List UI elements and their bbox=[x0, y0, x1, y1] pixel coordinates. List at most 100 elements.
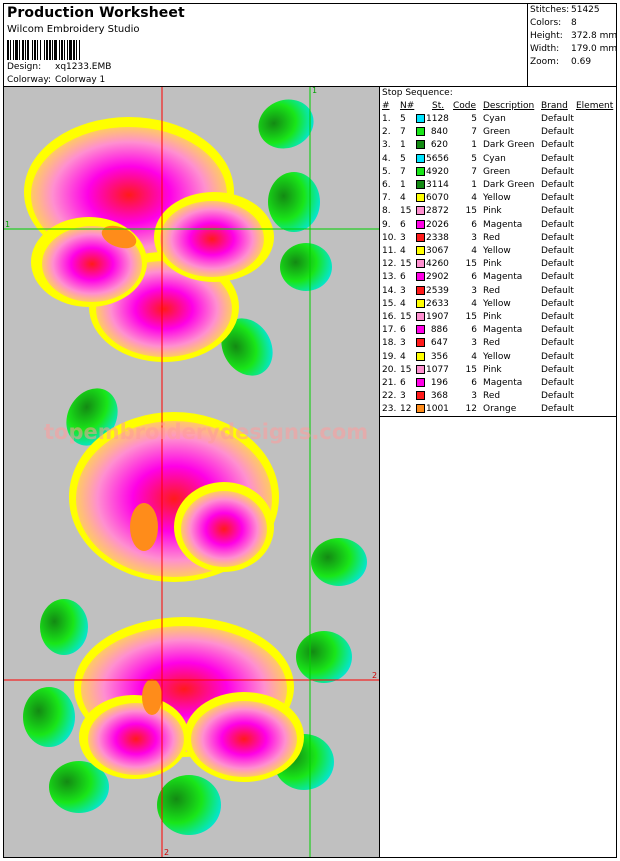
row-stitches: 3114 bbox=[426, 180, 449, 190]
row-brand: Default bbox=[541, 259, 574, 270]
row-stitches: 2539 bbox=[426, 285, 449, 296]
row-description: Yellow bbox=[483, 246, 511, 256]
row-stitches: 1907 bbox=[426, 312, 449, 322]
table-row: 2. 7 840 7 Green Default bbox=[380, 127, 617, 140]
table-row: 3. 1 620 1 Dark Green Default bbox=[380, 140, 617, 153]
col-header-element: Element bbox=[576, 101, 614, 111]
row-code: 15 bbox=[465, 364, 477, 375]
stat-colors: Colors: 8 bbox=[530, 18, 577, 28]
row-brand: Default bbox=[541, 312, 574, 322]
color-swatch bbox=[416, 246, 425, 255]
color-swatch bbox=[416, 298, 425, 308]
row-needle: 12 bbox=[400, 404, 412, 415]
row-needle: 3 bbox=[400, 232, 406, 243]
row-index: 6. bbox=[382, 180, 391, 190]
table-row: 7. 4 6070 4 Yellow Default bbox=[380, 193, 617, 206]
row-code: 6 bbox=[471, 378, 477, 388]
row-brand: Default bbox=[541, 364, 574, 375]
row-description: Pink bbox=[483, 312, 502, 322]
row-index: 23. bbox=[382, 404, 397, 415]
page-title: Production Worksheet bbox=[7, 5, 185, 21]
guide-label-right: 2 bbox=[372, 671, 377, 680]
row-index: 7. bbox=[382, 193, 391, 204]
row-stitches: 6070 bbox=[426, 193, 449, 204]
color-swatch bbox=[416, 206, 425, 216]
row-needle: 5 bbox=[400, 153, 406, 164]
row-stitches: 4260 bbox=[426, 259, 449, 270]
row-brand: Default bbox=[541, 166, 574, 177]
table-row: 1. 5 1128 5 Cyan Default bbox=[380, 114, 617, 127]
row-stitches: 356 bbox=[430, 351, 448, 362]
row-brand: Default bbox=[541, 180, 574, 190]
row-index: 15. bbox=[382, 298, 397, 309]
color-swatch bbox=[416, 285, 425, 295]
guide-label-bottom: 2 bbox=[164, 848, 169, 857]
leaf bbox=[296, 631, 352, 683]
col-header-brand: Brand bbox=[541, 101, 568, 111]
stop-sequence-header: # N# St. Code Description Brand Element bbox=[380, 101, 617, 114]
row-brand: Default bbox=[541, 140, 574, 151]
color-swatch bbox=[416, 114, 425, 123]
row-needle: 15 bbox=[400, 259, 412, 270]
watermark-text: topembroiderydesigns.com bbox=[44, 420, 368, 444]
color-swatch bbox=[416, 391, 425, 401]
guide-label-left: 1 bbox=[5, 220, 10, 229]
col-header-stitches: St. bbox=[432, 101, 445, 111]
table-row: 20. 15 1077 15 Pink Default bbox=[380, 364, 617, 378]
leaf bbox=[280, 243, 332, 291]
row-brand: Default bbox=[541, 325, 574, 336]
row-needle: 3 bbox=[400, 338, 406, 349]
row-description: Magenta bbox=[483, 325, 523, 336]
row-stitches: 4920 bbox=[426, 166, 449, 177]
stat-value: 372.8 mm bbox=[571, 31, 618, 41]
row-needle: 5 bbox=[400, 114, 406, 124]
row-index: 21. bbox=[382, 378, 397, 388]
row-description: Magenta bbox=[483, 272, 523, 283]
row-description: Pink bbox=[483, 259, 502, 270]
design-preview: 1 1 2 2 topembroiderydesigns.com bbox=[4, 87, 379, 857]
row-index: 4. bbox=[382, 153, 391, 164]
row-needle: 7 bbox=[400, 166, 406, 177]
row-description: Cyan bbox=[483, 153, 506, 164]
row-description: Yellow bbox=[483, 193, 511, 204]
row-index: 17. bbox=[382, 325, 397, 336]
row-code: 6 bbox=[471, 325, 477, 336]
row-code: 4 bbox=[471, 351, 477, 362]
table-row: 16. 15 1907 15 Pink Default bbox=[380, 312, 617, 325]
row-index: 22. bbox=[382, 391, 397, 402]
table-row: 17. 6 886 6 Magenta Default bbox=[380, 325, 617, 338]
row-stitches: 3067 bbox=[426, 246, 449, 256]
leaf bbox=[311, 538, 367, 586]
row-brand: Default bbox=[541, 391, 574, 402]
row-code: 6 bbox=[471, 219, 477, 230]
row-index: 1. bbox=[382, 114, 391, 124]
table-row: 21. 6 196 6 Magenta Default bbox=[380, 378, 617, 391]
row-stitches: 2633 bbox=[426, 298, 449, 309]
row-needle: 1 bbox=[400, 180, 406, 190]
row-stitches: 196 bbox=[430, 378, 448, 388]
row-index: 11. bbox=[382, 246, 397, 256]
row-brand: Default bbox=[541, 246, 574, 256]
row-code: 3 bbox=[471, 338, 477, 349]
row-needle: 15 bbox=[400, 312, 412, 322]
col-header-description: Description bbox=[483, 101, 535, 111]
color-swatch bbox=[416, 404, 425, 414]
row-needle: 4 bbox=[400, 351, 406, 362]
row-stitches: 2902 bbox=[426, 272, 449, 283]
row-needle: 3 bbox=[400, 285, 406, 296]
col-header-index: # bbox=[382, 101, 390, 111]
leaf bbox=[157, 775, 221, 835]
row-brand: Default bbox=[541, 404, 574, 415]
colorway-row: Colorway: Colorway 1 bbox=[7, 75, 105, 85]
row-code: 7 bbox=[471, 127, 477, 138]
row-code: 3 bbox=[471, 232, 477, 243]
row-description: Green bbox=[483, 166, 511, 177]
stat-value: 179.0 mm bbox=[571, 44, 618, 54]
row-index: 19. bbox=[382, 351, 397, 362]
row-brand: Default bbox=[541, 219, 574, 230]
color-swatch bbox=[416, 180, 425, 189]
software-name: Wilcom Embroidery Studio bbox=[7, 24, 140, 35]
row-stitches: 620 bbox=[430, 140, 448, 151]
row-description: Dark Green bbox=[483, 140, 535, 151]
row-needle: 6 bbox=[400, 219, 406, 230]
